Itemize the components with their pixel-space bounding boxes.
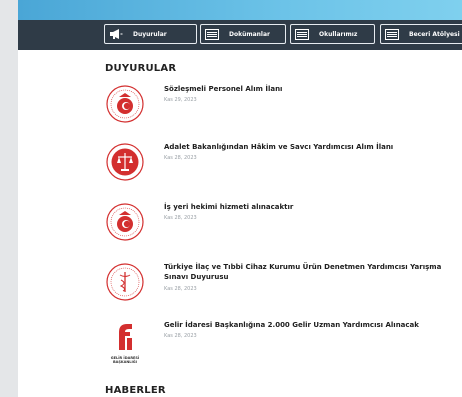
nav-beceri-atolyesi-button[interactable]: Beceri Atölyesi — [380, 24, 462, 44]
justice-seal-icon — [105, 142, 145, 182]
nav-item-label: Dokümanlar — [229, 30, 271, 38]
nav-item-label: Okullarımız — [319, 30, 358, 38]
nav-okullarimiz-button[interactable]: Okullarımız — [290, 24, 375, 44]
nav-item-label: Duyurular — [133, 30, 167, 38]
announcement-title[interactable]: Sözleşmeli Personel Alım İlanı — [164, 84, 454, 94]
announcement-date: Kas 28, 2023 — [164, 333, 197, 339]
navbar: Duyurular Dokümanlar Okullarımız Beceri … — [18, 20, 462, 50]
announcement-item[interactable]: Adalet Bakanlığından Hâkim ve Savcı Yard… — [105, 142, 462, 182]
announcement-title[interactable]: Adalet Bakanlığından Hâkim ve Savcı Yard… — [164, 142, 454, 152]
announcement-date: Kas 29, 2023 — [164, 97, 197, 103]
announcements-heading: DUYURULAR — [105, 63, 177, 74]
nav-item-label: Beceri Atölyesi — [409, 30, 460, 38]
announcement-item[interactable]: İş yeri hekimi hizmeti alınacaktır Kas 2… — [105, 202, 462, 242]
announcement-date: Kas 28, 2023 — [164, 155, 197, 161]
announcement-item[interactable]: GELİR İDARESİ BAŞKANLIĞI Gelir İdaresi Ba… — [105, 320, 462, 364]
announcement-date: Kas 28, 2023 — [164, 215, 197, 221]
announcement-title[interactable]: Gelir İdaresi Başkanlığına 2.000 Gelir U… — [164, 320, 454, 330]
ministry-seal-icon — [105, 84, 145, 124]
announcement-date: Kas 28, 2023 — [164, 286, 197, 292]
nav-duyurular-button[interactable]: Duyurular — [104, 24, 197, 44]
document-list-icon — [201, 28, 223, 40]
nav-dokumanlar-button[interactable]: Dokümanlar — [200, 24, 286, 44]
announcement-item[interactable]: Sözleşmeli Personel Alım İlanı Kas 29, 2… — [105, 84, 462, 124]
gib-logo-icon: GELİR İDARESİ BAŞKANLIĞI — [105, 320, 145, 364]
top-stripe — [18, 0, 462, 20]
gib-logo-text: GELİR İDARESİ BAŞKANLIĞI — [110, 356, 140, 364]
document-list-icon — [291, 28, 313, 40]
page: Duyurular Dokümanlar Okullarımız Beceri … — [18, 0, 462, 397]
megaphone-icon — [105, 28, 127, 40]
announcement-title[interactable]: İş yeri hekimi hizmeti alınacaktır — [164, 202, 454, 212]
document-list-icon — [381, 28, 403, 40]
ministry-seal-icon — [105, 202, 145, 242]
news-heading: HABERLER — [105, 385, 166, 396]
announcement-title[interactable]: Türkiye İlaç ve Tıbbi Cihaz Kurumu Ürün … — [164, 262, 454, 282]
health-seal-icon — [105, 262, 145, 302]
announcement-item[interactable]: Türkiye İlaç ve Tıbbi Cihaz Kurumu Ürün … — [105, 262, 462, 302]
